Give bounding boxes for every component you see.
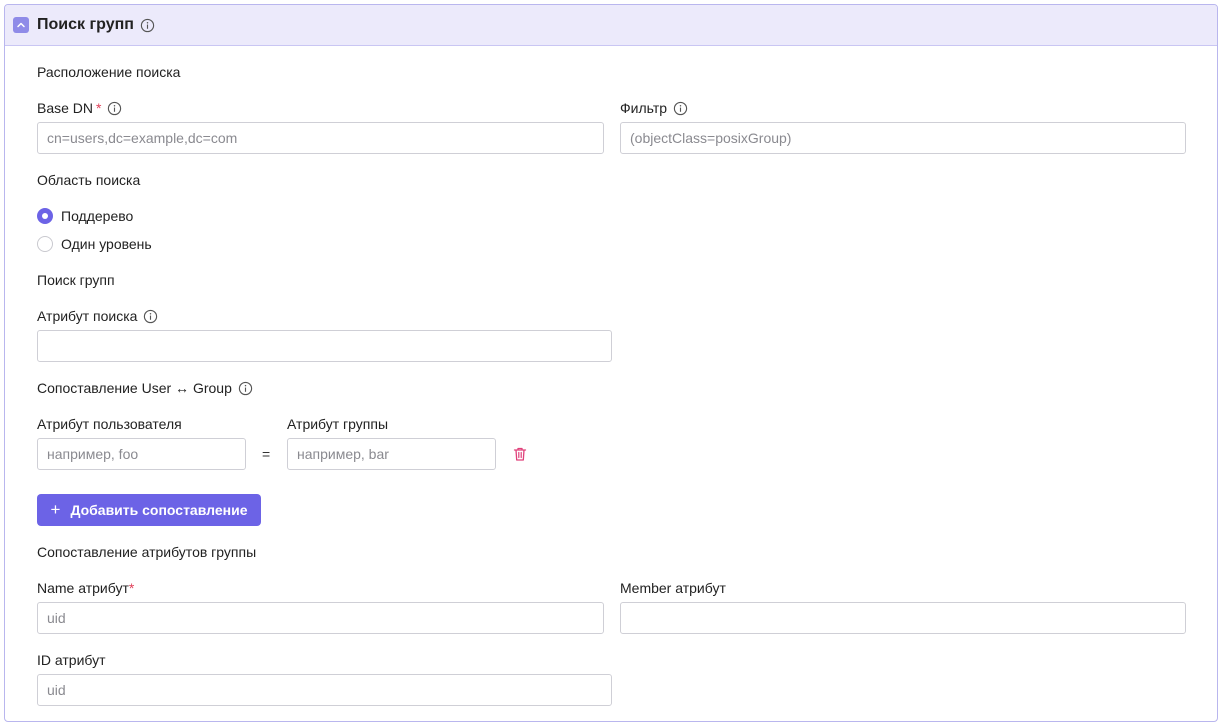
add-mapping-button[interactable]: + Добавить сопоставление [37, 494, 261, 526]
mapping-label: Сопоставление User ↔ Group [37, 380, 253, 396]
required-mark: * [96, 100, 102, 116]
group-search-label: Поиск групп [37, 272, 115, 288]
search-attribute-input[interactable] [37, 330, 612, 362]
name-attribute-label: Name атрибут * [37, 580, 134, 596]
radio-one-level[interactable]: Один уровень [37, 236, 152, 252]
search-scope-label: Область поиска [37, 172, 141, 188]
info-icon[interactable] [140, 18, 155, 33]
group-attributes-label: Сопоставление атрибутов группы [37, 544, 257, 560]
member-attribute-input[interactable] [620, 602, 1186, 634]
info-icon[interactable] [143, 309, 158, 324]
filter-label-text: Фильтр [620, 100, 668, 116]
name-attribute-input[interactable] [37, 602, 604, 634]
group-attribute-input[interactable] [287, 438, 496, 470]
base-dn-label: Base DN * [37, 100, 122, 116]
plus-icon: + [50, 500, 61, 519]
radio-subtree[interactable]: Поддерево [37, 208, 133, 224]
base-dn-label-text: Base DN [37, 100, 94, 116]
radio-subtree-label: Поддерево [61, 208, 134, 224]
trash-icon [513, 447, 527, 461]
group-attribute-label: Атрибут группы [287, 416, 389, 432]
chevron-up-icon [17, 22, 25, 28]
filter-label: Фильтр [620, 100, 688, 116]
radio-button-checked[interactable] [37, 208, 53, 224]
base-dn-input[interactable] [37, 122, 604, 154]
user-attribute-label: Атрибут пользователя [37, 416, 182, 432]
user-attribute-input[interactable] [37, 438, 246, 470]
delete-mapping-button[interactable] [512, 446, 528, 465]
filter-input[interactable] [620, 122, 1186, 154]
id-attribute-input[interactable] [37, 674, 612, 706]
name-attribute-label-text: Name атрибут [37, 580, 129, 596]
radio-one-level-label: Один уровень [61, 236, 152, 252]
member-attribute-label: Member атрибут [620, 580, 726, 596]
search-location-label: Расположение поиска [37, 64, 181, 80]
panel-header: Поиск групп [5, 5, 1217, 46]
search-attribute-label-text: Атрибут поиска [37, 308, 138, 324]
info-icon[interactable] [673, 101, 688, 116]
add-mapping-label: Добавить сопоставление [70, 502, 248, 518]
collapse-button[interactable] [13, 17, 29, 33]
radio-button-unchecked[interactable] [37, 236, 53, 252]
mapping-label-text: Сопоставление User ↔ Group [37, 380, 232, 396]
info-icon[interactable] [238, 381, 253, 396]
equals-sign: = [262, 446, 271, 462]
required-mark: * [128, 580, 135, 596]
id-attribute-label: ID атрибут [37, 652, 106, 668]
panel-title: Поиск групп [37, 16, 134, 33]
info-icon[interactable] [107, 101, 122, 116]
search-attribute-label: Атрибут поиска [37, 308, 158, 324]
